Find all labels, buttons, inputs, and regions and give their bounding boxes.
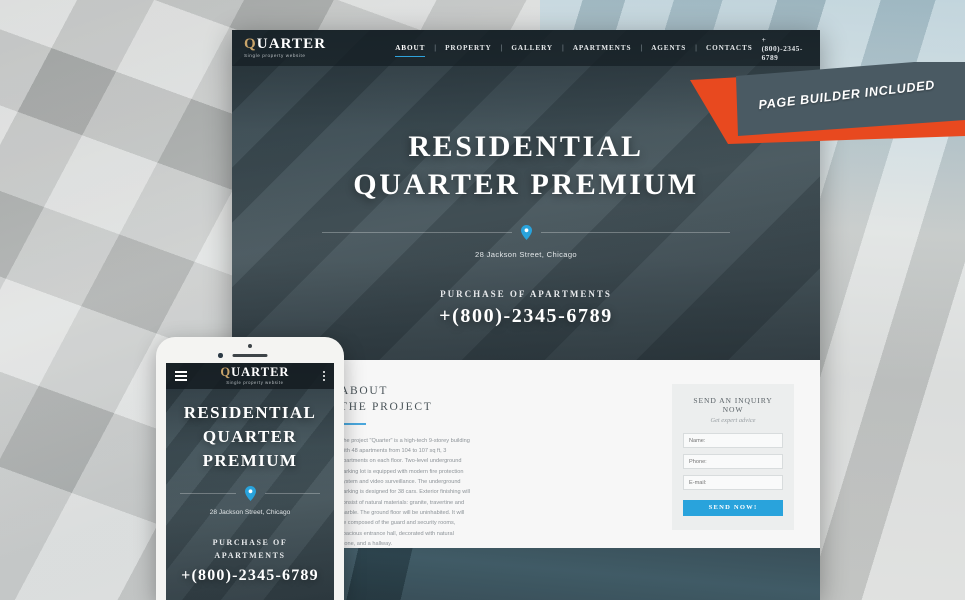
mobile-hero-content: RESIDENTIAL QUARTER PREMIUM 28 Jackson S… xyxy=(166,389,334,585)
hero-address: 28 Jackson Street, Chicago xyxy=(475,250,577,259)
hero-call-to-action: PURCHASE OF APARTMENTS +(800)-2345-6789 xyxy=(232,289,820,328)
mobile-title-line-1: RESIDENTIAL xyxy=(183,403,317,422)
email-field[interactable] xyxy=(683,475,783,490)
proximity-sensor-icon xyxy=(218,353,223,358)
map-pin-icon xyxy=(520,225,532,240)
about-heading: THE PROJECT xyxy=(340,400,433,413)
map-pin-icon xyxy=(244,486,256,502)
mobile-cta-label: PURCHASE OF APARTMENTS xyxy=(166,537,334,562)
site-header: QUARTER Single property website ABOUT | … xyxy=(232,30,820,66)
mobile-divider-left xyxy=(180,493,236,495)
earpiece-speaker xyxy=(232,354,268,358)
inquiry-form: SEND AN INQUIRY NOW Get expert advice SE… xyxy=(672,384,794,530)
phone-field[interactable] xyxy=(683,454,783,469)
divider-right xyxy=(540,232,730,233)
mobile-call-to-action: PURCHASE OF APARTMENTS +(800)-2345-6789 xyxy=(166,537,334,585)
screenshot-stage: QUARTER Single property website ABOUT | … xyxy=(0,0,965,600)
main-navigation: ABOUT | PROPERTY | GALLERY | APARTMENTS … xyxy=(386,41,762,58)
nav-item-agents[interactable]: AGENTS xyxy=(642,41,695,55)
divider-left xyxy=(322,232,512,233)
cta-phone-number[interactable]: +(800)-2345-6789 xyxy=(232,305,820,328)
about-body-text: The project "Quarter" is a high-tech 9-s… xyxy=(340,437,470,548)
mobile-cta-label-line-1: PURCHASE OF xyxy=(212,538,288,548)
phone-hardware-top xyxy=(156,344,344,362)
mobile-screen: QUARTER Single property website RESIDENT… xyxy=(166,363,334,600)
send-now-button[interactable]: SEND NOW! xyxy=(683,499,783,516)
mobile-logo-rest: UARTER xyxy=(231,365,290,380)
about-kicker: ABOUT xyxy=(340,385,389,397)
mobile-logo-first-letter: Q xyxy=(220,365,232,380)
mobile-address: 28 Jackson Street, Chicago xyxy=(209,509,291,517)
mobile-divider-right xyxy=(264,493,320,495)
logo-wordmark: QUARTER xyxy=(244,35,327,52)
mobile-cta-label-line-2: APARTMENTS xyxy=(214,550,286,560)
kebab-menu-icon[interactable] xyxy=(322,370,325,382)
hero-location-row xyxy=(232,225,820,240)
hero-title-line-2: QUARTER PREMIUM xyxy=(353,167,699,201)
hamburger-menu-icon[interactable] xyxy=(175,370,187,382)
nav-item-gallery[interactable]: GALLERY xyxy=(502,41,562,55)
name-field[interactable] xyxy=(683,433,783,448)
nav-item-about[interactable]: ABOUT xyxy=(386,41,434,58)
nav-item-apartments[interactable]: APARTMENTS xyxy=(564,41,641,55)
inquiry-title: SEND AN INQUIRY NOW xyxy=(693,396,773,414)
mobile-title-line-2: QUARTER xyxy=(202,427,298,447)
page-builder-ribbon: PAGE BUILDER INCLUDED xyxy=(690,62,965,144)
logo-first-letter: Q xyxy=(244,35,257,52)
logo-tagline: Single property website xyxy=(244,53,306,59)
header-phone-number[interactable]: +(800)-2345-6789 xyxy=(762,35,806,62)
mobile-location-row xyxy=(166,486,334,502)
mobile-preview: QUARTER Single property website RESIDENT… xyxy=(156,337,344,600)
nav-item-contacts[interactable]: CONTACTS xyxy=(697,41,762,55)
mobile-cta-phone-number[interactable]: +(800)-2345-6789 xyxy=(166,567,334,585)
mobile-title-line-3: PREMIUM xyxy=(202,451,298,471)
front-camera-icon xyxy=(248,344,252,348)
logo-rest: UARTER xyxy=(256,35,327,52)
cta-label: PURCHASE OF APARTMENTS xyxy=(440,289,612,299)
mobile-logo-tagline: Single property website xyxy=(226,380,284,386)
mobile-header: QUARTER Single property website xyxy=(166,363,334,389)
nav-item-property[interactable]: PROPERTY xyxy=(436,41,500,55)
inquiry-subtitle: Get expert advice xyxy=(710,417,756,424)
mobile-logo-wordmark: QUARTER xyxy=(220,366,289,379)
mobile-logo[interactable]: QUARTER Single property website xyxy=(220,366,289,385)
mobile-hero-title: RESIDENTIAL QUARTER PREMIUM xyxy=(166,401,334,473)
site-logo[interactable]: QUARTER Single property website xyxy=(244,35,327,59)
hero-title-line-1: RESIDENTIAL xyxy=(408,130,644,163)
